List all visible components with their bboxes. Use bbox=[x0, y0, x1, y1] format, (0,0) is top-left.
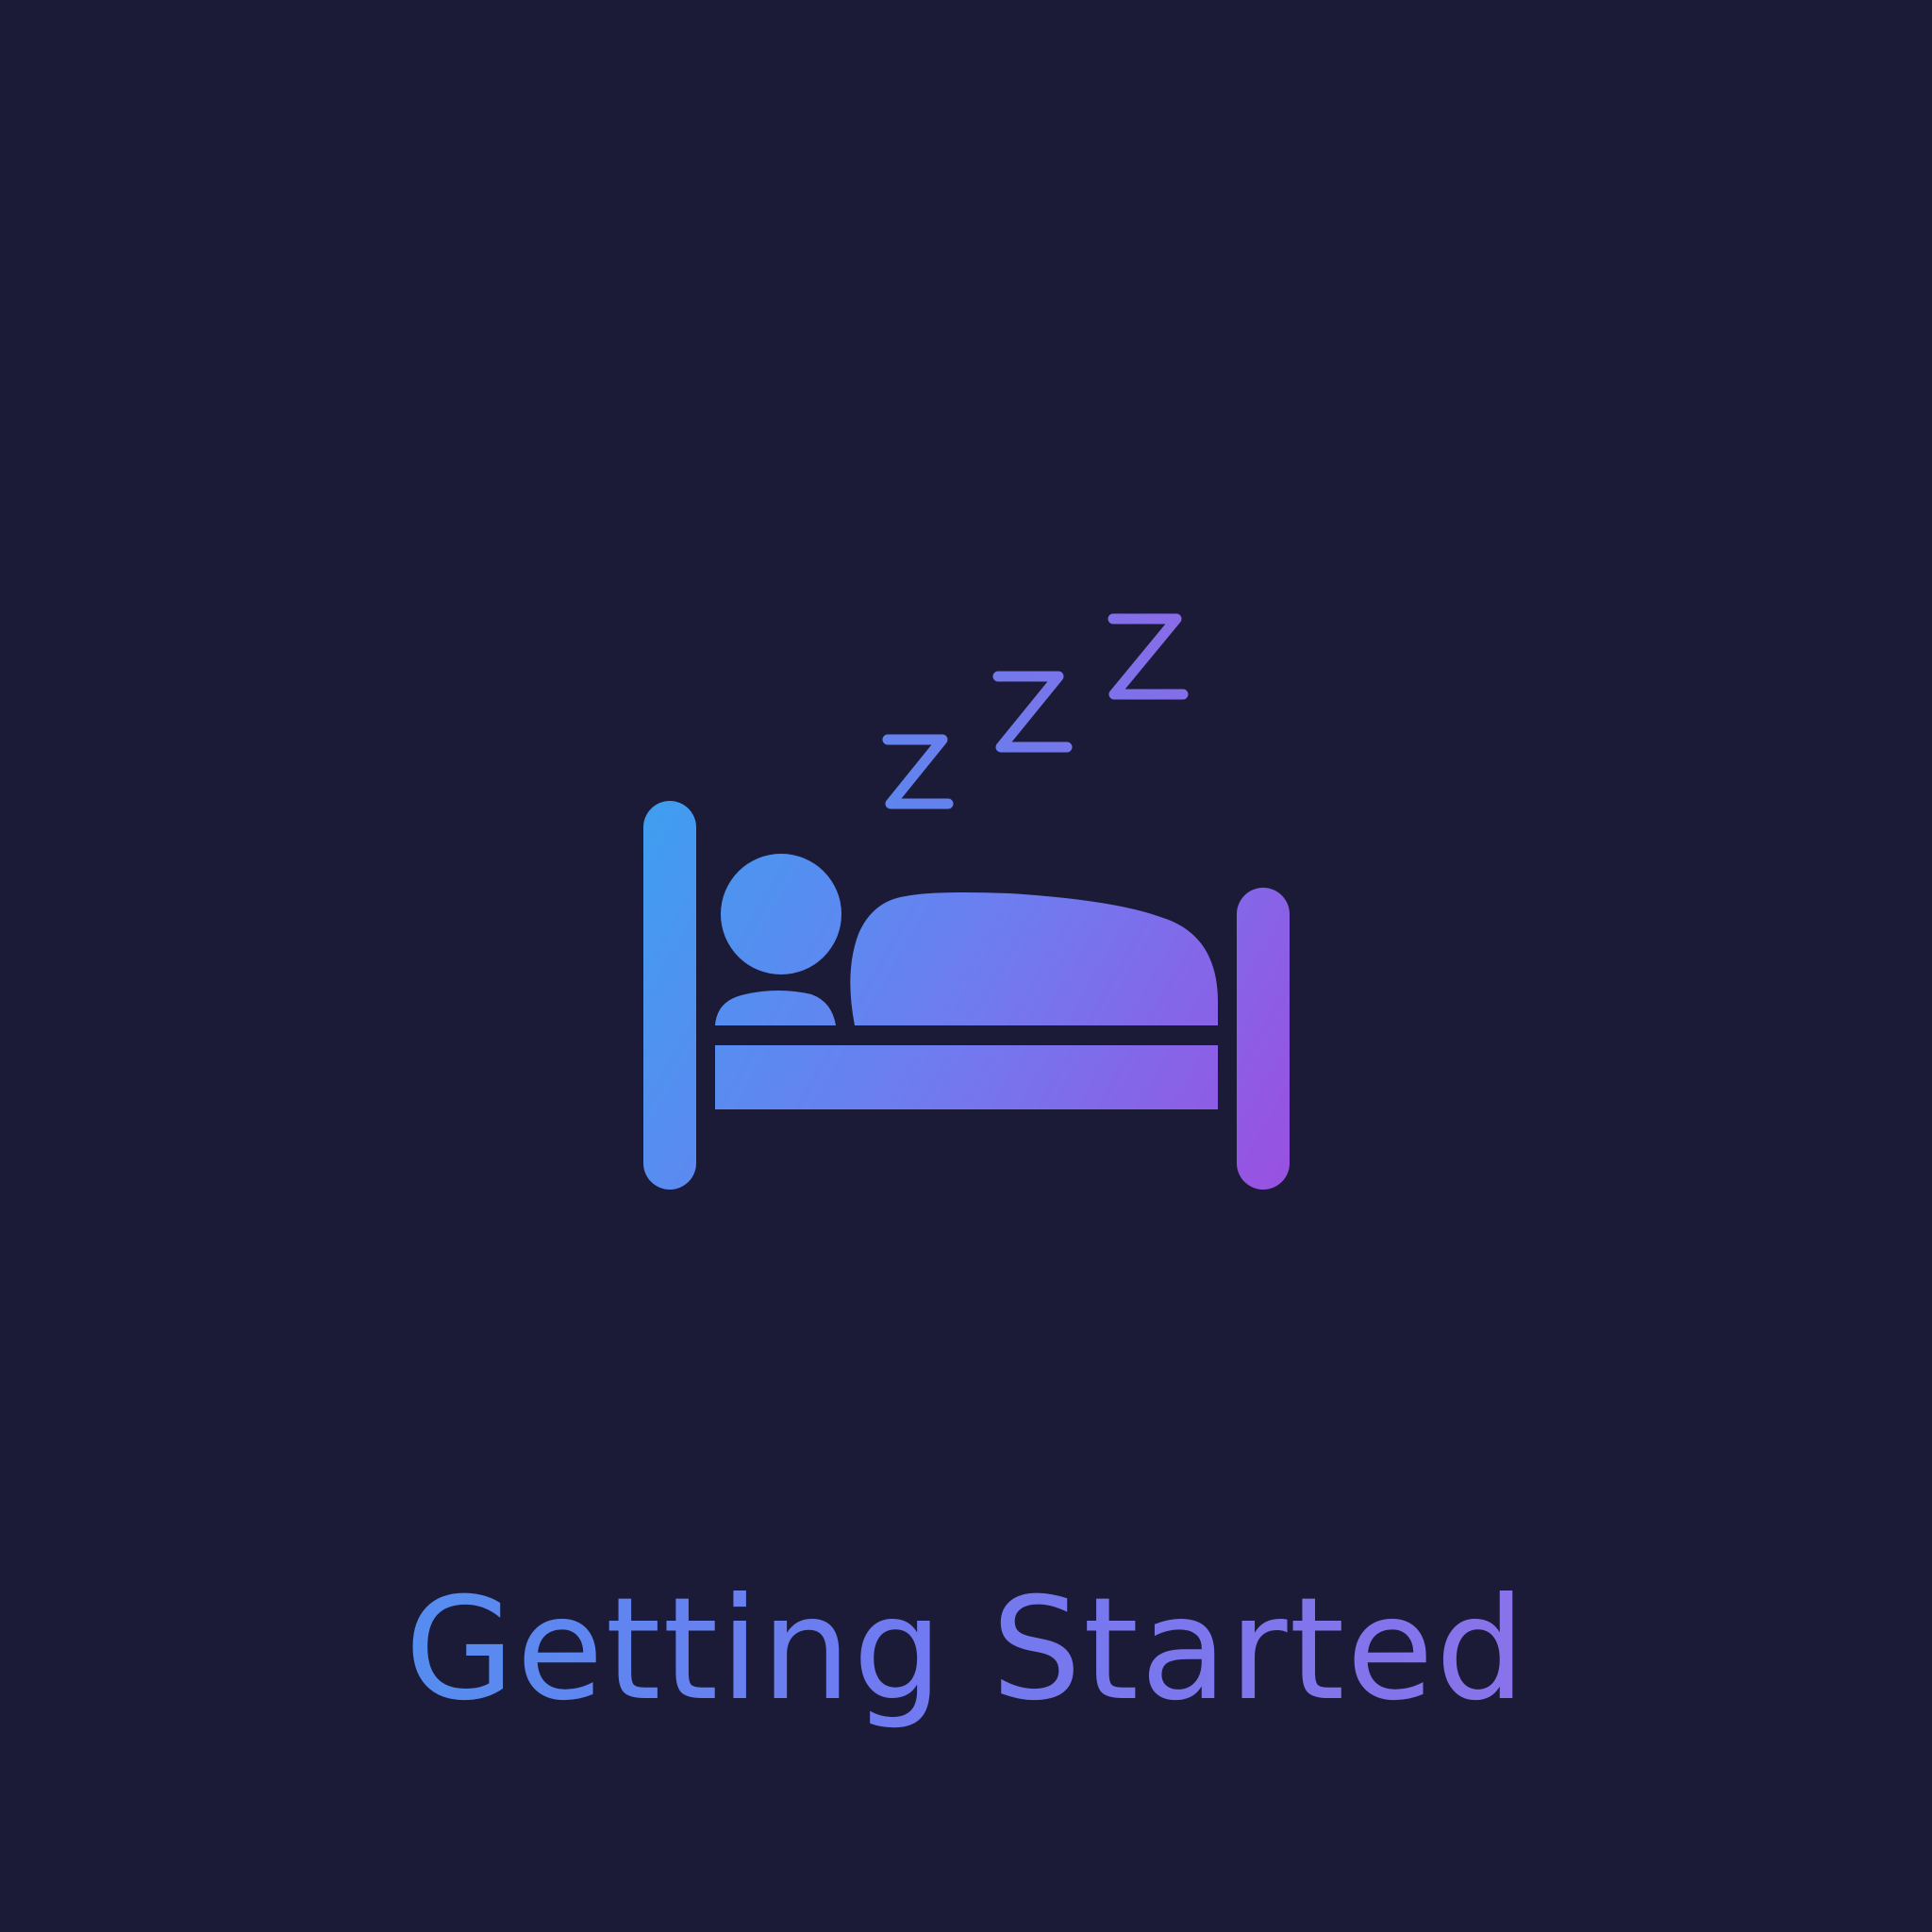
bed-left-post bbox=[643, 801, 696, 1190]
onboarding-screen: Getting Started bbox=[0, 0, 1932, 1932]
screen-title: Getting Started bbox=[0, 1556, 1932, 1744]
sleeper-head bbox=[721, 854, 841, 974]
sleeper-shoulders bbox=[715, 991, 836, 1025]
z-small bbox=[882, 734, 954, 809]
bed-blanket bbox=[850, 892, 1218, 1025]
z-large bbox=[1108, 613, 1189, 700]
bed-mattress bbox=[715, 1045, 1218, 1109]
bed-right-post bbox=[1237, 888, 1290, 1190]
zzz-icon bbox=[882, 613, 1189, 809]
z-medium bbox=[992, 671, 1073, 753]
